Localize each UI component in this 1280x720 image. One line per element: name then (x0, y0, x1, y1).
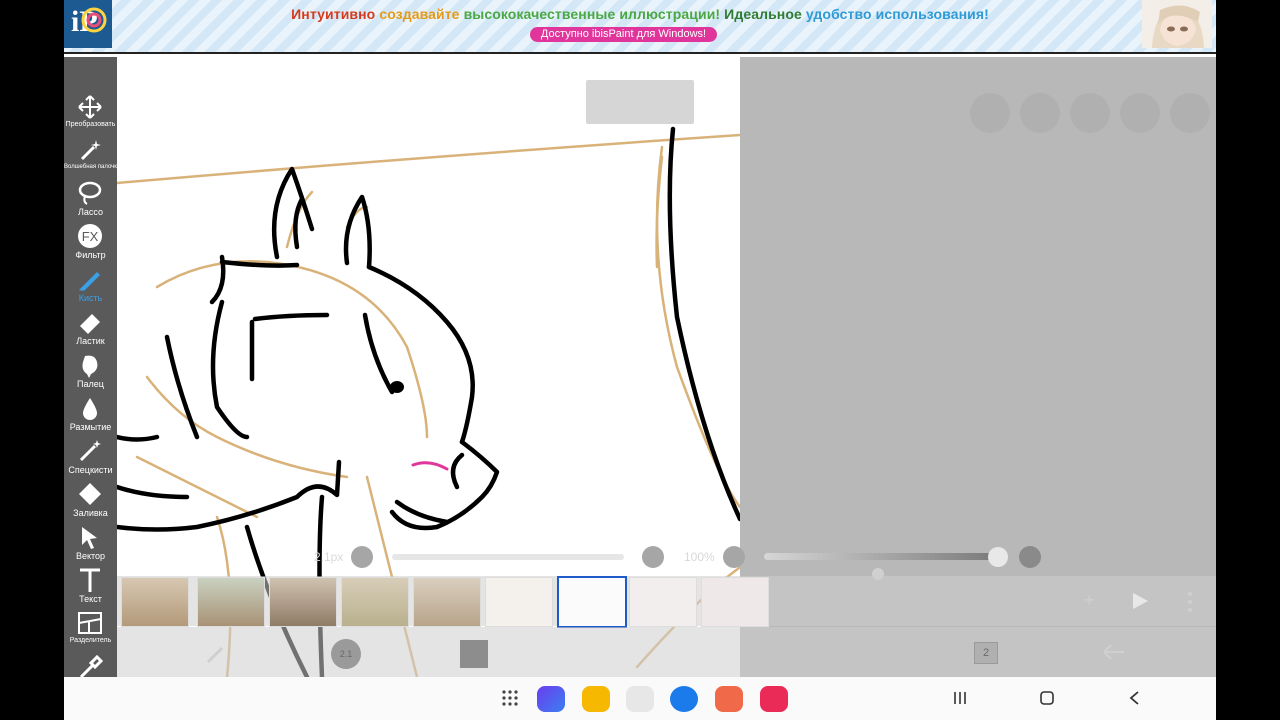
ad-banner[interactable]: iP Интуитивно создавайте высококачествен… (64, 0, 1216, 54)
pen-icon[interactable] (1120, 93, 1160, 133)
play-icon[interactable] (1130, 591, 1150, 611)
files-app-icon[interactable] (582, 686, 610, 712)
tool-finger[interactable]: Палец (64, 350, 117, 392)
brush-size-plus-knob[interactable] (642, 546, 664, 568)
banner-headline: Интуитивно создавайте высококачественные… (64, 6, 1216, 22)
tool-filter[interactable]: FX Фильтр (64, 221, 117, 263)
tool-label: Текст (79, 594, 102, 604)
tool-divider[interactable]: Разделитель (64, 608, 117, 650)
lasso-icon (78, 181, 102, 205)
more-options-icon[interactable] (1186, 591, 1194, 613)
divider-icon (78, 612, 102, 634)
blur-icon (83, 398, 97, 420)
tool-label: Спецкисти (68, 465, 113, 475)
tool-sidebar: Преобразовать Волшебная палочка Лассо FX… (64, 57, 121, 679)
opacity-minus-knob[interactable] (723, 546, 745, 568)
tool-label: Преобразовать (65, 121, 116, 128)
magic-wand-icon (80, 140, 101, 161)
headline-word-3: высококачественные (463, 6, 616, 22)
games-app-icon[interactable] (626, 686, 654, 712)
browser-app-icon[interactable] (537, 686, 565, 712)
tool-label: Волшебная палочка (64, 164, 121, 170)
brush-icon (79, 272, 100, 291)
tool-magic-wand[interactable]: Волшебная палочка (64, 135, 121, 177)
headline-word-1: Интуитивно (291, 6, 376, 22)
windows-available-pill[interactable]: Доступно ibisPaint для Windows! (530, 27, 717, 42)
tool-lasso[interactable]: Лассо (64, 178, 117, 220)
headline-word-5: Идеальное (724, 6, 802, 22)
headline-word-7: использования! (875, 6, 989, 22)
move-icon (78, 95, 102, 119)
brush-size-slider[interactable] (392, 554, 624, 560)
contacts-app-icon[interactable] (715, 686, 743, 712)
tool-eraser[interactable]: Ластик (64, 307, 117, 349)
banner-character-image (1142, 0, 1212, 48)
frame-thumbnail[interactable] (413, 577, 481, 627)
headline-word-4: иллюстрации! (619, 6, 721, 22)
frame-thumbnail[interactable] (629, 577, 697, 627)
fullscreen-icon[interactable] (1020, 93, 1060, 133)
tool-text[interactable]: Текст (64, 565, 117, 607)
frame-thumbnail[interactable] (121, 577, 189, 627)
tool-label: Вектор (75, 551, 106, 561)
tool-vector[interactable]: Вектор (64, 522, 117, 564)
recents-icon[interactable] (952, 690, 968, 706)
brush-size-minus-knob[interactable] (351, 546, 373, 568)
opacity-slider[interactable] (764, 553, 998, 560)
home-icon[interactable] (1039, 690, 1055, 706)
tool-label: Кисть (78, 293, 103, 303)
tool-label: Размытие (69, 422, 112, 432)
frame-thumbnail[interactable] (197, 577, 265, 627)
color-swatch[interactable] (460, 640, 488, 668)
ibispaint-app: iP Интуитивно создавайте высококачествен… (64, 0, 1216, 720)
tool-special-brush[interactable]: Спецкисти (64, 436, 117, 478)
brush-size-button[interactable]: 2.1 (331, 639, 361, 669)
finger-icon (82, 355, 98, 378)
special-brush-icon (79, 440, 101, 462)
fx-icon: FX (78, 224, 102, 248)
tool-transform[interactable]: Преобразовать (64, 92, 117, 134)
svg-text:FX: FX (82, 229, 99, 244)
layer-toggle-icon[interactable] (970, 93, 1010, 133)
eraser-icon (80, 314, 100, 334)
fill-icon (79, 483, 101, 505)
text-icon (80, 568, 100, 592)
messages-app-icon[interactable] (670, 686, 698, 712)
frame-thumbnail[interactable] (701, 577, 769, 627)
back-arrow-icon[interactable] (1100, 642, 1126, 662)
app-drawer-icon[interactable] (501, 689, 519, 707)
frame-thumbnail[interactable] (485, 577, 553, 627)
tool-blur[interactable]: Размытие (64, 393, 117, 435)
layers-button[interactable]: 2 (974, 642, 998, 664)
opacity-plus-knob[interactable] (1019, 546, 1041, 568)
frame-thumbnail-selected[interactable] (557, 576, 627, 628)
headline-word-6: удобство (805, 6, 872, 22)
vector-icon (82, 527, 97, 549)
tool-brush[interactable]: Кисть (64, 264, 117, 306)
eyedropper-icon (79, 654, 103, 679)
canvas-overlay-rect (586, 80, 694, 124)
tool-label: Лассо (77, 207, 104, 217)
tool-label: Фильтр (75, 250, 106, 260)
reference-image-icon[interactable] (1170, 93, 1210, 133)
frame-thumbnail[interactable] (341, 577, 409, 627)
tool-fill[interactable]: Заливка (64, 479, 117, 521)
opacity-slider-handle[interactable] (988, 547, 1008, 567)
headline-word-2: создавайте (379, 6, 460, 22)
brush-size-value: 2.1px (314, 550, 344, 564)
brush-tool-bottom-icon[interactable] (204, 642, 228, 666)
back-icon[interactable] (1128, 690, 1142, 706)
add-frame-icon[interactable]: + (1084, 590, 1095, 611)
tool-label: Палец (77, 379, 104, 389)
frame-thumbnail[interactable] (269, 577, 337, 627)
bottom-toolbar (117, 627, 1216, 677)
tool-label: Разделитель (69, 637, 112, 644)
tool-label: Заливка (73, 508, 108, 518)
tool-label: Ластик (76, 336, 105, 346)
opacity-value: 100% (684, 550, 715, 564)
hand-icon[interactable] (1070, 93, 1110, 133)
camera-app-icon[interactable] (760, 686, 788, 712)
